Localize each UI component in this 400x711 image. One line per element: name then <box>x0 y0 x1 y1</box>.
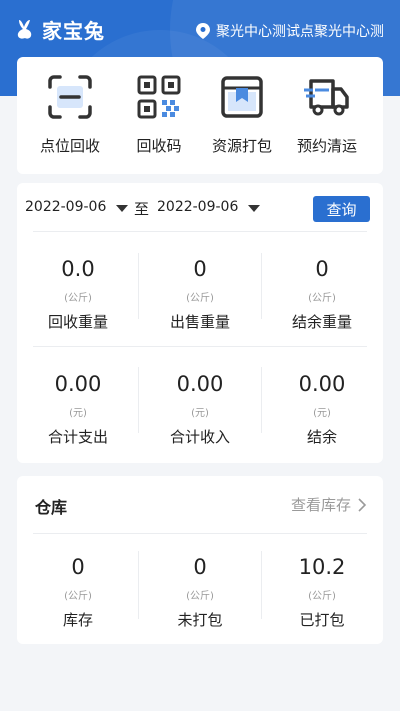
start-date-picker[interactable]: 2022-09-06 <box>25 199 106 215</box>
stat-label: 库存 <box>62 611 93 629</box>
end-date-picker[interactable]: 2022-09-06 <box>157 199 238 215</box>
stat-value: 0 <box>315 257 329 281</box>
total-expense-stat: 0.00 (元) 合计支出 <box>17 370 139 447</box>
stat-label: 结余 <box>306 428 337 446</box>
unpacked-stat: 0 (公斤) 未打包 <box>139 553 261 630</box>
chevron-down-icon[interactable] <box>116 205 128 212</box>
total-income-stat: 0.00 (元) 合计收入 <box>139 370 261 447</box>
sale-weight-stat: 0 (公斤) 出售重量 <box>139 255 261 332</box>
divider <box>33 231 367 232</box>
stat-unit: (公斤) <box>308 591 336 602</box>
tool-schedule-pickup[interactable]: 预约清运 <box>285 73 369 156</box>
stat-unit: (公斤) <box>186 293 214 304</box>
stat-label: 结余重量 <box>291 313 352 331</box>
chevron-right-icon <box>358 497 367 512</box>
view-inventory-link[interactable]: 查看库存 <box>291 494 367 515</box>
packed-stat: 10.2 (公斤) 已打包 <box>261 553 383 630</box>
balance-money-stat: 0.00 (元) 结余 <box>261 370 383 447</box>
statistics-card: 2022-09-06 至 2022-09-06 查询 0.0 (公斤) 回收重量… <box>17 183 383 463</box>
tool-resource-package[interactable]: 资源打包 <box>200 73 284 156</box>
qrcode-icon <box>137 75 181 119</box>
stat-value: 0 <box>71 555 85 579</box>
brand: 家宝兔 <box>14 14 105 44</box>
tool-label: 资源打包 <box>211 137 272 155</box>
tool-label: 预约清运 <box>296 137 357 155</box>
view-inventory-label: 查看库存 <box>290 496 351 514</box>
warehouse-title: 仓库 <box>35 498 68 517</box>
tool-point-recycle[interactable]: 点位回收 <box>28 73 112 156</box>
package-icon <box>221 76 263 118</box>
stat-value: 0 <box>193 257 207 281</box>
stat-label: 合计收入 <box>169 428 230 446</box>
rabbit-logo-icon <box>17 20 32 39</box>
inventory-stat: 0 (公斤) 库存 <box>17 553 139 630</box>
recycle-weight-stat: 0.0 (公斤) 回收重量 <box>17 255 139 332</box>
stat-label: 合计支出 <box>47 428 108 446</box>
stat-value: 0.0 <box>61 257 95 281</box>
balance-weight-stat: 0 (公斤) 结余重量 <box>261 255 383 332</box>
stat-label: 回收重量 <box>47 313 108 331</box>
stat-value: 0.00 <box>176 372 224 396</box>
stat-unit: (元) <box>313 408 331 419</box>
date-range-separator: 至 <box>134 200 150 218</box>
quick-actions-card: 点位回收 回收码 资源打包 预约清运 <box>17 57 383 174</box>
divider <box>33 533 367 534</box>
stat-unit: (元) <box>69 408 87 419</box>
tool-recycle-code[interactable]: 回收码 <box>117 73 201 156</box>
warehouse-card: 仓库 查看库存 0 (公斤) 库存 0 (公斤) 未打包 10.2 (公斤) 已… <box>17 476 383 644</box>
stat-unit: (公斤) <box>186 591 214 602</box>
stat-unit: (公斤) <box>64 293 92 304</box>
date-filter: 2022-09-06 至 2022-09-06 查询 <box>17 195 383 223</box>
scan-icon <box>48 75 92 119</box>
tool-label: 点位回收 <box>39 137 100 155</box>
stat-value: 0.00 <box>298 372 346 396</box>
chevron-down-icon[interactable] <box>248 205 260 212</box>
stat-value: 10.2 <box>298 555 346 579</box>
divider <box>33 346 367 347</box>
tool-label: 回收码 <box>136 137 182 155</box>
stat-value: 0 <box>193 555 207 579</box>
stat-label: 出售重量 <box>169 313 230 331</box>
location-name: 聚光中心测试点聚光中心测 <box>216 24 384 40</box>
stat-label: 已打包 <box>299 611 345 629</box>
stat-value: 0.00 <box>54 372 102 396</box>
query-button[interactable]: 查询 <box>313 196 370 222</box>
truck-icon <box>304 79 349 116</box>
stat-unit: (公斤) <box>308 293 336 304</box>
stat-label: 未打包 <box>177 611 223 629</box>
location-selector[interactable]: 聚光中心测试点聚光中心测 <box>196 18 384 44</box>
stat-unit: (元) <box>191 408 209 419</box>
app-name: 家宝兔 <box>42 18 105 43</box>
stat-unit: (公斤) <box>64 591 92 602</box>
location-pin-icon <box>196 23 210 39</box>
